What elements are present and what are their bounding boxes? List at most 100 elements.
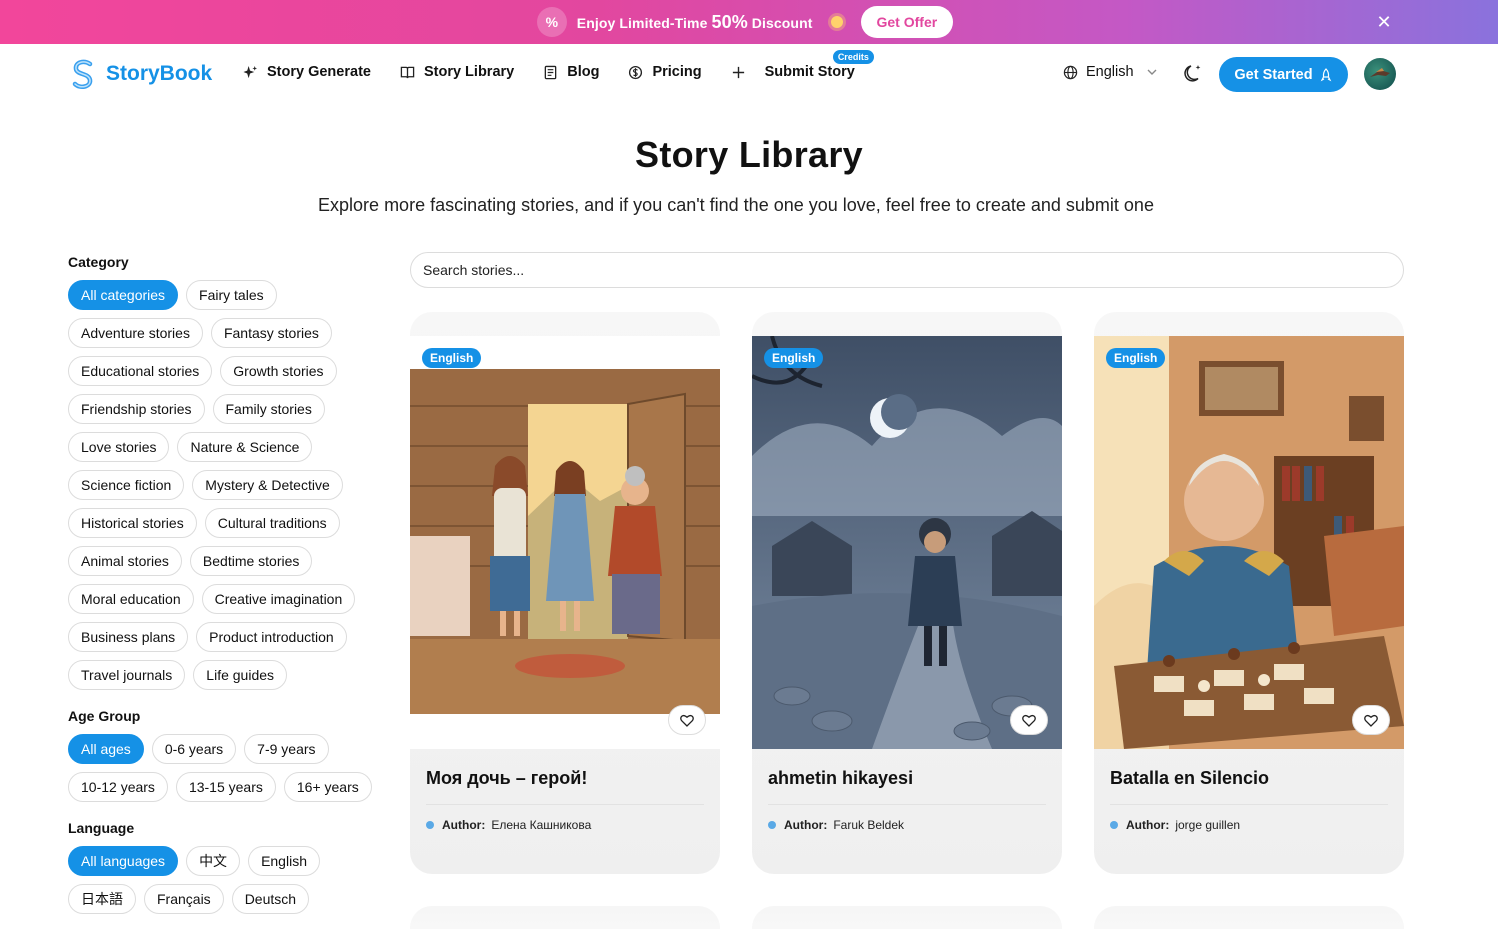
story-cover-image[interactable] xyxy=(1094,336,1404,749)
category-chip-science-fiction[interactable]: Science fiction xyxy=(68,470,185,500)
story-cover-image[interactable] xyxy=(752,336,1062,749)
category-chip-creative-imagination[interactable]: Creative imagination xyxy=(201,584,356,614)
language-chip-3[interactable]: 日本語 xyxy=(68,884,136,914)
language-chip-fran-ais[interactable]: Français xyxy=(144,884,224,914)
story-author: Author: Faruk Beldek xyxy=(768,818,904,832)
avatar[interactable] xyxy=(1364,58,1396,90)
promo-banner: % Enjoy Limited-Time 50% Discount Get Of… xyxy=(0,0,1498,44)
promo-text: Enjoy Limited-Time 50% Discount xyxy=(577,12,813,33)
heart-icon xyxy=(680,714,694,727)
moon-icon[interactable] xyxy=(1183,62,1205,84)
category-chip-love-stories[interactable]: Love stories xyxy=(68,432,170,462)
category-chip-moral-education[interactable]: Moral education xyxy=(68,584,194,614)
nav-label: Story Generate xyxy=(267,64,371,80)
story-cover-image[interactable] xyxy=(410,336,720,749)
story-card-placeholder xyxy=(752,906,1062,929)
category-chip-historical-stories[interactable]: Historical stories xyxy=(68,508,197,538)
story-title[interactable]: Моя дочь – герой! xyxy=(426,768,587,789)
nav-item-submit-story[interactable]: Submit Story Credits xyxy=(731,49,875,80)
get-started-button[interactable]: Get Started xyxy=(1219,57,1348,92)
story-card[interactable]: English Batalla en Silencio Author: jorg… xyxy=(1094,312,1404,874)
sparkle-icon xyxy=(243,65,258,78)
category-chip-adventure-stories[interactable]: Adventure stories xyxy=(68,318,203,348)
favorite-button[interactable] xyxy=(1352,705,1390,735)
chevron-down-icon xyxy=(1147,69,1157,75)
page-subtitle: Explore more fascinating stories, and if… xyxy=(318,195,1154,215)
nav-item-pricing[interactable]: Pricing xyxy=(628,64,702,80)
language-badge: English xyxy=(422,348,482,368)
logo[interactable]: StoryBook xyxy=(70,58,212,90)
category-chip-nature-science[interactable]: Nature & Science xyxy=(177,432,313,462)
category-title: Category xyxy=(68,254,129,270)
category-chip-travel-journals[interactable]: Travel journals xyxy=(68,660,186,690)
close-icon[interactable]: ✕ xyxy=(1370,8,1398,36)
age-chip-10-12-years[interactable]: 10-12 years xyxy=(68,772,168,802)
promo-text-main: Enjoy Limited-Time xyxy=(576,14,708,31)
category-chip-friendship-stories[interactable]: Friendship stories xyxy=(68,394,205,424)
category-chip-all-categories[interactable]: All categories xyxy=(68,280,179,310)
author-name: Елена Кашникова xyxy=(491,818,592,832)
story-card[interactable]: English Моя дочь – герой! Author: Елена … xyxy=(410,312,720,874)
age-chip-7-9-years[interactable]: 7-9 years xyxy=(244,734,329,764)
language-chip-group: All languages 中文 English 日本語 Français Deutsch xyxy=(68,846,380,914)
story-card-placeholder xyxy=(1094,906,1404,929)
language-chip-all-languages[interactable]: All languages xyxy=(68,846,179,876)
category-chip-family-stories[interactable]: Family stories xyxy=(212,394,325,424)
category-chip-mystery-detective[interactable]: Mystery & Detective xyxy=(192,470,343,500)
age-chip-all-ages[interactable]: All ages xyxy=(68,734,144,764)
storybook-logo-icon xyxy=(72,59,93,90)
globe-icon xyxy=(1063,65,1078,79)
top-navigation: StoryBook Story Generate Story Library B… xyxy=(0,44,1498,104)
age-chip-0-6-years[interactable]: 0-6 years xyxy=(151,734,237,764)
category-chip-fantasy-stories[interactable]: Fantasy stories xyxy=(210,318,332,348)
language-badge: English xyxy=(764,348,824,368)
author-name: jorge guillen xyxy=(1175,818,1241,832)
category-chip-fairy-tales[interactable]: Fairy tales xyxy=(186,280,277,310)
author-label: Author: xyxy=(784,818,828,832)
nav-item-story-generate[interactable]: Story Generate xyxy=(243,64,371,80)
bullet-icon xyxy=(1110,821,1118,829)
category-chip-business-plans[interactable]: Business plans xyxy=(68,622,189,652)
book-icon xyxy=(400,66,415,78)
age-chip-13-15-years[interactable]: 13-15 years xyxy=(175,772,276,802)
language-chip-1[interactable]: 中文 xyxy=(186,846,241,876)
cover-illustration xyxy=(1094,336,1404,749)
nav-label: Pricing xyxy=(652,64,702,80)
page-title: Story Library xyxy=(635,134,863,175)
avatar-image xyxy=(1370,68,1390,77)
favorite-button[interactable] xyxy=(1010,705,1048,735)
document-icon xyxy=(544,65,557,79)
age-chip-16-years[interactable]: 16+ years xyxy=(283,772,372,802)
category-chip-bedtime-stories[interactable]: Bedtime stories xyxy=(189,546,313,576)
category-chip-growth-stories[interactable]: Growth stories xyxy=(220,356,337,386)
category-chip-cultural-traditions[interactable]: Cultural traditions xyxy=(204,508,340,538)
nav-item-story-library[interactable]: Story Library xyxy=(400,64,514,80)
filter-sidebar: Category All categories Fairy tales Advent… xyxy=(68,254,388,929)
category-chip-educational-stories[interactable]: Educational stories xyxy=(68,356,213,386)
current-language: English xyxy=(1086,64,1134,80)
nav-item-blog[interactable]: Blog xyxy=(543,64,599,80)
discount-icon: % xyxy=(536,7,567,37)
search-input[interactable] xyxy=(410,252,1404,288)
category-chip-product-introduction[interactable]: Product introduction xyxy=(196,622,347,652)
category-chip-life-guides[interactable]: Life guides xyxy=(193,660,288,690)
language-title: Language xyxy=(68,820,135,836)
language-chip-deutsch[interactable]: Deutsch xyxy=(231,884,310,914)
favorite-button[interactable] xyxy=(668,705,706,735)
category-chip-animal-stories[interactable]: Animal stories xyxy=(68,546,182,576)
language-badge: English xyxy=(1106,348,1166,368)
promo-text-suffix: Discount xyxy=(751,14,813,31)
story-card[interactable]: English ahmetin hikayesi Author: Faruk B… xyxy=(752,312,1062,874)
language-selector[interactable]: English xyxy=(1063,64,1158,80)
get-started-label: Get Started xyxy=(1234,66,1313,83)
story-author: Author: Елена Кашникова xyxy=(426,818,591,832)
get-offer-button[interactable]: Get Offer xyxy=(860,6,954,38)
heart-icon xyxy=(1364,714,1378,727)
story-title[interactable]: ahmetin hikayesi xyxy=(768,768,913,789)
author-label: Author: xyxy=(1126,818,1170,832)
age-filter: Age Group All ages 0-6 years 7-9 years 10-1… xyxy=(68,708,388,802)
story-title[interactable]: Batalla en Silencio xyxy=(1110,768,1269,789)
divider xyxy=(768,804,1046,805)
promo-dot-icon xyxy=(830,16,843,28)
language-chip-english[interactable]: English xyxy=(248,846,320,876)
